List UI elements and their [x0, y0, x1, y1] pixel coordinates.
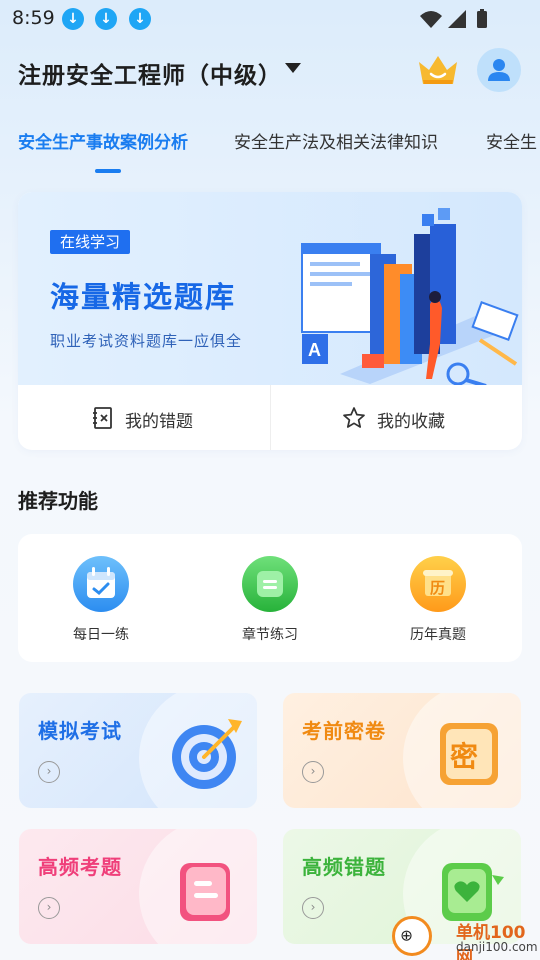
- download-icon: ↓: [95, 8, 117, 30]
- download-icon: ↓: [129, 8, 151, 30]
- caret-down-icon[interactable]: [285, 63, 301, 73]
- banner-subtitle: 职业考试资料题库一应俱全: [50, 332, 243, 350]
- my-favorites-button[interactable]: 我的收藏: [270, 385, 522, 450]
- svg-text:密: 密: [450, 740, 478, 773]
- banner-card: 在线学习 海量精选题库 职业考试资料题库一应俱全 A 我的错题 我的收藏: [18, 192, 522, 450]
- tab-accident-case-analysis[interactable]: 安全生产事故案例分析: [18, 128, 188, 153]
- tab-safety-more[interactable]: 安全生: [486, 128, 537, 153]
- status-time: 8:59: [12, 7, 55, 29]
- recommended-functions: 每日一练 章节练习 历 历年真题: [18, 534, 522, 662]
- mock-exam-tile[interactable]: 模拟考试 ›: [19, 693, 257, 808]
- cell-signal-icon: [448, 10, 466, 28]
- svg-text:历: 历: [430, 579, 445, 597]
- tab-safety-law[interactable]: 安全生产法及相关法律知识: [234, 128, 438, 153]
- battery-icon: [477, 11, 487, 28]
- my-favorites-label: 我的收藏: [377, 412, 445, 432]
- frequent-questions-tile[interactable]: 高频考题 ›: [19, 829, 257, 944]
- download-icon: ↓: [62, 8, 84, 30]
- chapter-practice-label: 章节练习: [242, 627, 298, 643]
- pre-exam-secret-paper-tile[interactable]: 考前密卷 › 密: [283, 693, 521, 808]
- status-bar: 8:59 ↓ ↓ ↓: [0, 0, 540, 36]
- star-icon: [343, 407, 365, 428]
- calendar-icon: [73, 556, 129, 612]
- chevron-right-icon: ›: [302, 897, 324, 919]
- svg-text:A: A: [308, 340, 321, 360]
- wrong-questions-icon: [93, 407, 112, 429]
- avatar[interactable]: [477, 48, 521, 92]
- watermark-domain: danji100.com: [456, 940, 538, 954]
- secret-paper-icon: 密: [440, 723, 498, 785]
- past-exams-label: 历年真题: [410, 627, 466, 643]
- chevron-right-icon: ›: [38, 761, 60, 783]
- app-header: 注册安全工程师（中级）: [0, 40, 540, 100]
- active-tab-indicator: [95, 169, 121, 173]
- study-illustration: A: [301, 208, 519, 385]
- chapter-practice-button[interactable]: 章节练习: [215, 556, 325, 652]
- daily-practice-label: 每日一练: [73, 627, 129, 643]
- chevron-right-icon: ›: [302, 761, 324, 783]
- exam-title[interactable]: 注册安全工程师（中级）: [18, 56, 282, 90]
- target-icon: [172, 719, 242, 789]
- status-icons: [420, 9, 487, 28]
- subject-tabs: 安全生产事故案例分析 安全生产法及相关法律知识 安全生: [0, 120, 540, 180]
- banner-actions: 我的错题 我的收藏: [18, 385, 522, 450]
- question-bank-banner[interactable]: 在线学习 海量精选题库 职业考试资料题库一应俱全 A: [18, 192, 522, 385]
- watermark-logo-icon: ⊕: [392, 916, 432, 956]
- svg-text:⊕: ⊕: [400, 926, 413, 944]
- chapter-icon: [242, 556, 298, 612]
- wifi-icon: [420, 11, 442, 28]
- mock-exam-label: 模拟考试: [38, 719, 122, 743]
- history-icon: 历: [410, 556, 466, 612]
- user-avatar-icon: [488, 59, 510, 81]
- frequent-questions-icon: [180, 863, 230, 921]
- frequent-questions-label: 高频考题: [38, 855, 122, 879]
- daily-practice-button[interactable]: 每日一练: [46, 556, 156, 652]
- frequent-wrong-label: 高频错题: [302, 855, 386, 879]
- banner-title: 海量精选题库: [50, 280, 237, 314]
- past-exams-button[interactable]: 历 历年真题: [383, 556, 493, 652]
- my-wrong-questions-button[interactable]: 我的错题: [18, 385, 270, 450]
- site-watermark: ⊕ 单机100网 danji100.com: [388, 916, 540, 960]
- chevron-right-icon: ›: [38, 897, 60, 919]
- crown-icon[interactable]: [416, 52, 460, 88]
- section-title-recommended: 推荐功能: [18, 489, 98, 513]
- pre-exam-secret-paper-label: 考前密卷: [302, 719, 386, 743]
- my-wrong-questions-label: 我的错题: [125, 412, 193, 432]
- banner-tag: 在线学习: [50, 230, 131, 254]
